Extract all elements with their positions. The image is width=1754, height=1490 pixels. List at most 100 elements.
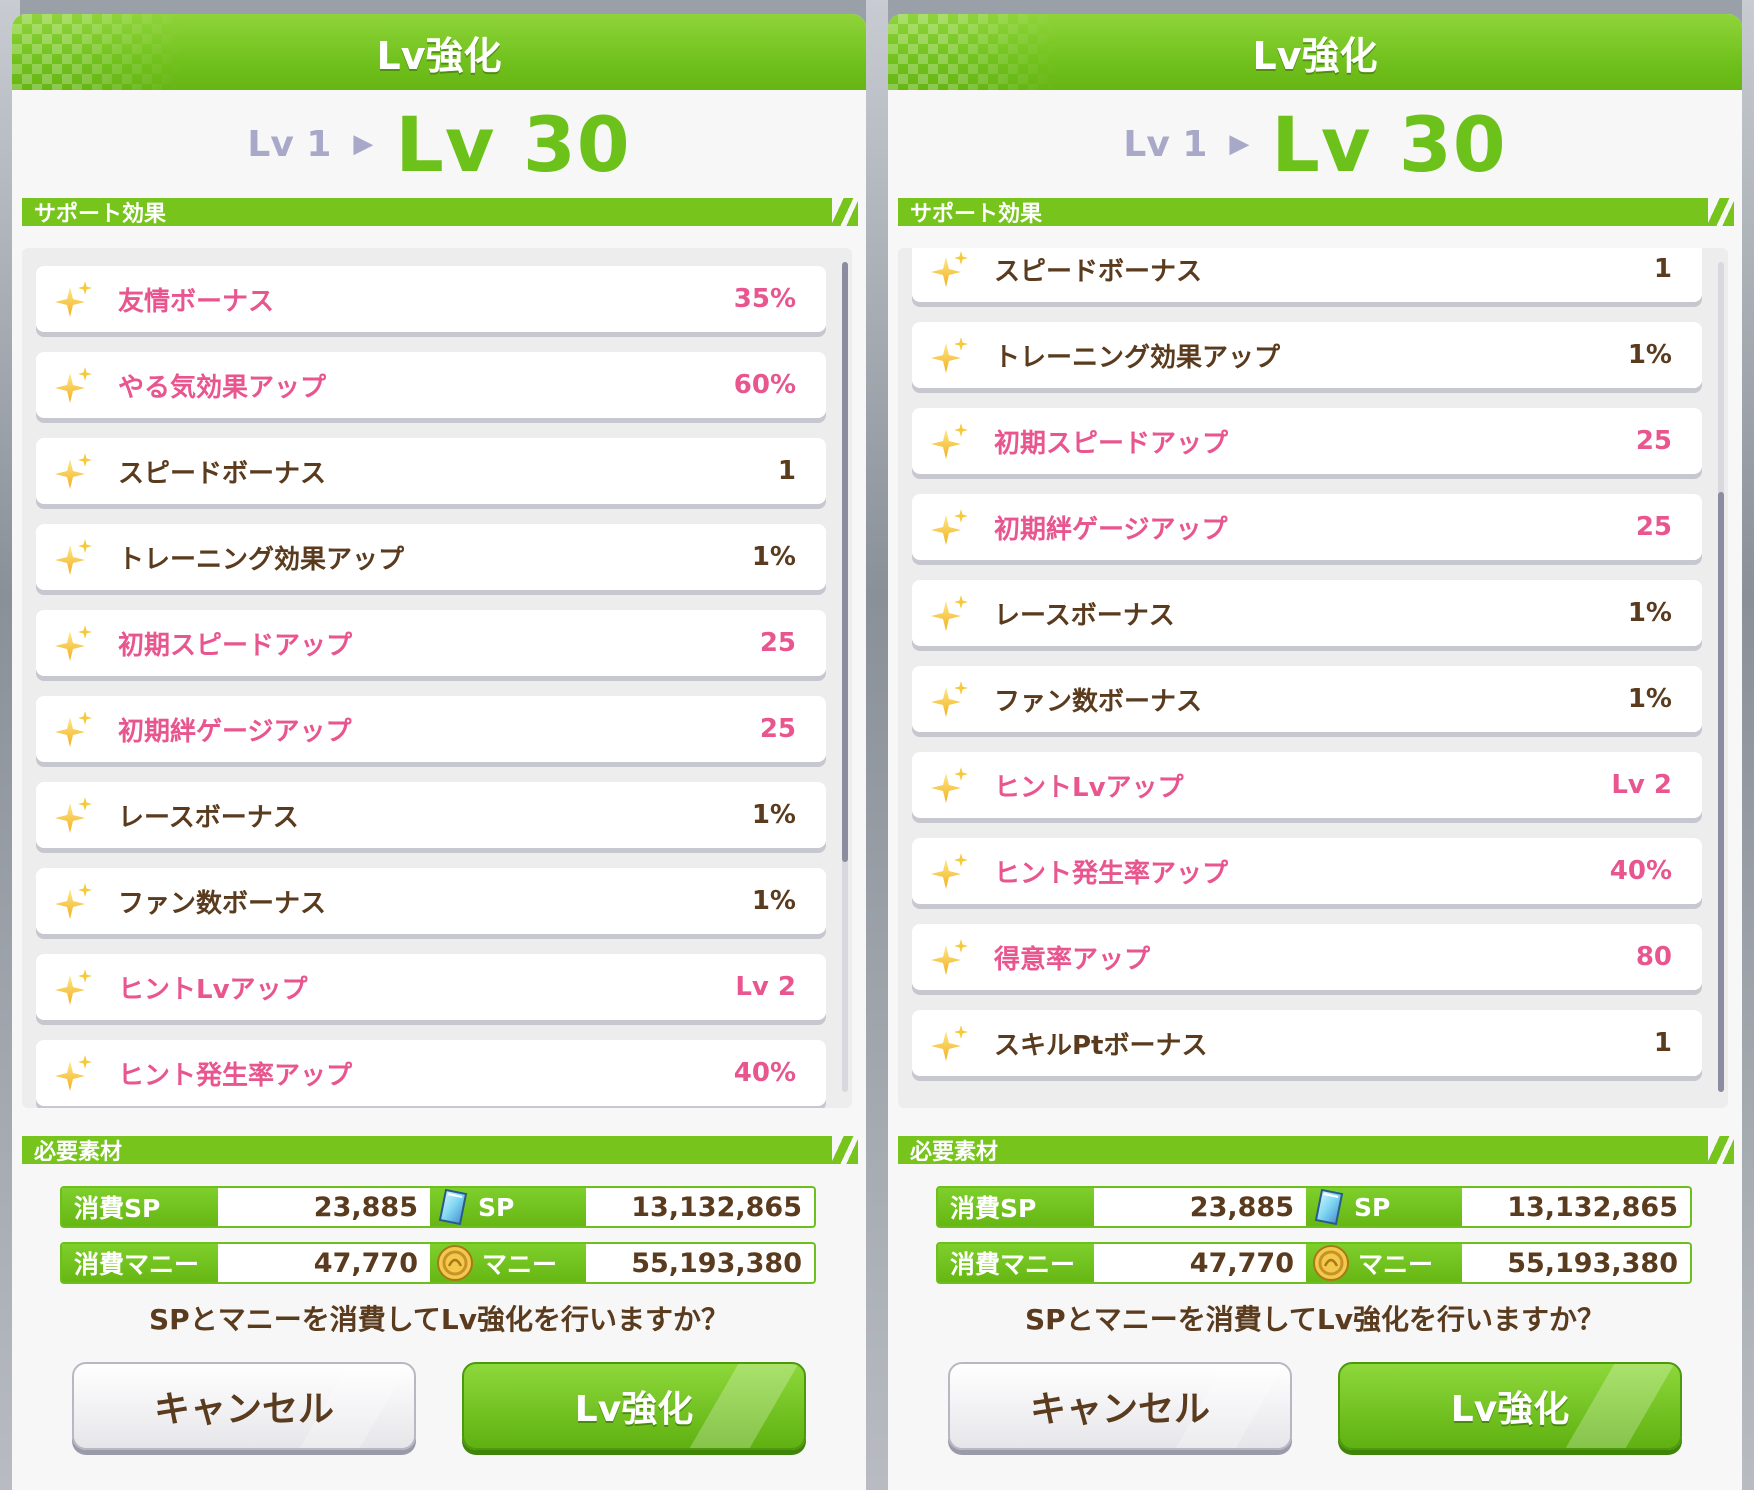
sparkle-icon [55, 797, 92, 833]
target-level: Lv 30 [1271, 99, 1507, 189]
effect-row: ヒントLvアップ Lv 2 [912, 752, 1702, 818]
effect-name: 初期絆ゲージアップ [118, 716, 352, 747]
coin-icon [437, 1245, 473, 1281]
effect-value: 1% [751, 800, 796, 830]
sp-cost-label: 消費SP [62, 1188, 218, 1226]
sp-cost-label: 消費SP [938, 1188, 1094, 1226]
effects-list[interactable]: スピードボーナス 1 トレーニング効果アップ 1% 初期スピードアップ 25 初… [898, 248, 1728, 1108]
confirm-question: SPとマニーを消費してLv強化を行いますか？ [1025, 1303, 1605, 1336]
effect-name: トレーニング効果アップ [994, 342, 1281, 373]
effect-value: 1 [1653, 254, 1672, 284]
dialog-titlebar: Lv強化 [12, 14, 866, 90]
effect-name: ヒントLvアップ [118, 974, 308, 1005]
confirm-question: SPとマニーを消費してLv強化を行いますか？ [149, 1303, 729, 1336]
effect-value: 40% [1609, 856, 1672, 886]
scrollbar-thumb[interactable] [842, 262, 848, 862]
level-change: Lv 1 ▶ Lv 30 [888, 90, 1742, 198]
dialog-title: Lv強化 [1252, 33, 1378, 78]
sparkle-icon [55, 1055, 92, 1091]
cost-table: 消費SP 23,885 SP 13,132,865 消費マニー 47,770 マ… [936, 1186, 1692, 1284]
effect-name: やる気効果アップ [118, 372, 327, 403]
section-title: 必要素材 [34, 1140, 123, 1165]
sparkle-icon [55, 711, 92, 747]
cost-table: 消費SP 23,885 SP 13,132,865 消費マニー 47,770 マ… [60, 1186, 816, 1284]
sparkle-icon [55, 883, 92, 919]
sparkle-icon [931, 423, 968, 459]
lv-upgrade-button[interactable]: Lv強化 [462, 1362, 806, 1450]
cancel-button-label: キャンセル [1029, 1389, 1210, 1430]
effect-value: 1% [751, 542, 796, 572]
effect-name: 得意率アップ [994, 944, 1151, 975]
sparkle-icon [931, 509, 968, 545]
effect-row: レースボーナス 1% [36, 782, 826, 848]
cancel-button-label: キャンセル [153, 1389, 334, 1430]
effects-list[interactable]: 友情ボーナス 35% やる気効果アップ 60% スピードボーナス 1 トレーニン… [22, 248, 852, 1108]
effect-name: ヒントLvアップ [994, 772, 1184, 803]
background-edge [1742, 0, 1754, 1490]
sparkle-icon [55, 539, 92, 575]
sp-owned-label: SP [1306, 1188, 1462, 1226]
sparkle-icon [931, 595, 968, 631]
effect-name: スピードボーナス [118, 458, 327, 489]
effects-list-items: 友情ボーナス 35% やる気効果アップ 60% スピードボーナス 1 トレーニン… [36, 266, 826, 1108]
effect-value: 25 [759, 628, 796, 658]
money-owned-label: マニー [1306, 1244, 1462, 1282]
effect-value: 80 [1635, 942, 1672, 972]
effect-row: 得意率アップ 80 [912, 924, 1702, 990]
lv-upgrade-button[interactable]: Lv強化 [1338, 1362, 1682, 1450]
effect-value: Lv 2 [1611, 770, 1672, 800]
effect-name: 初期スピードアップ [994, 428, 1229, 459]
money-owned-value: 55,193,380 [1507, 1247, 1678, 1279]
scrollbar-thumb[interactable] [1718, 492, 1724, 1092]
sparkle-icon [931, 939, 968, 975]
effect-value: Lv 2 [735, 972, 796, 1002]
money-owned-value: 55,193,380 [631, 1247, 802, 1279]
triangle-right-icon: ▶ [353, 129, 374, 159]
current-level: Lv 1 [1123, 123, 1208, 165]
effect-row: スピードボーナス 1 [912, 248, 1702, 302]
effect-row: やる気効果アップ 60% [36, 352, 826, 418]
effect-name: レースボーナス [994, 600, 1175, 631]
sp-owned-text: SP [1354, 1192, 1391, 1222]
effect-row: ファン数ボーナス 1% [36, 868, 826, 934]
triangle-right-icon: ▶ [1229, 129, 1250, 159]
effect-value: 25 [759, 714, 796, 744]
dialog-buttons: キャンセル Lv強化 [948, 1362, 1682, 1450]
effect-row: 初期スピードアップ 25 [36, 610, 826, 676]
sp-owned-label: SP [430, 1188, 586, 1226]
lv-upgrade-button-label: Lv強化 [574, 1389, 694, 1430]
effect-name: ヒント発生率アップ [118, 1060, 353, 1091]
effect-row: トレーニング効果アップ 1% [36, 524, 826, 590]
materials-header: 必要素材 [898, 1136, 1734, 1165]
sp-owned-value: 13,132,865 [631, 1191, 802, 1223]
lv-upgrade-button-label: Lv強化 [1450, 1389, 1570, 1430]
cancel-button[interactable]: キャンセル [72, 1362, 416, 1450]
background-divider [866, 0, 888, 1490]
effect-value: 1 [777, 456, 796, 486]
effect-value: 40% [733, 1058, 796, 1088]
effect-value: 25 [1635, 426, 1672, 456]
effect-name: ファン数ボーナス [994, 686, 1203, 717]
effect-value: 60% [733, 370, 796, 400]
money-cost-label: 消費マニー [62, 1244, 218, 1282]
current-level: Lv 1 [247, 123, 332, 165]
effect-name: レースボーナス [118, 802, 299, 833]
sparkle-icon [931, 681, 968, 717]
support-effects-header: サポート効果 [22, 198, 858, 227]
money-owned-text: マニー [1358, 1250, 1434, 1279]
target-level: Lv 30 [395, 99, 631, 189]
effects-list-items: スピードボーナス 1 トレーニング効果アップ 1% 初期スピードアップ 25 初… [912, 248, 1702, 1096]
dialog-title: Lv強化 [376, 33, 502, 78]
effect-name: 初期絆ゲージアップ [994, 514, 1228, 545]
effect-name: ファン数ボーナス [118, 888, 327, 919]
effect-value: 1% [1627, 598, 1672, 628]
effect-name: スピードボーナス [994, 256, 1203, 287]
section-title: 必要素材 [910, 1140, 999, 1165]
level-change: Lv 1 ▶ Lv 30 [12, 90, 866, 198]
effect-name: 初期スピードアップ [118, 630, 353, 661]
sparkle-icon [931, 251, 968, 287]
dialog-buttons: キャンセル Lv強化 [72, 1362, 806, 1450]
money-owned-text: マニー [482, 1250, 558, 1279]
effect-row: 初期絆ゲージアップ 25 [912, 494, 1702, 560]
cancel-button[interactable]: キャンセル [948, 1362, 1292, 1450]
